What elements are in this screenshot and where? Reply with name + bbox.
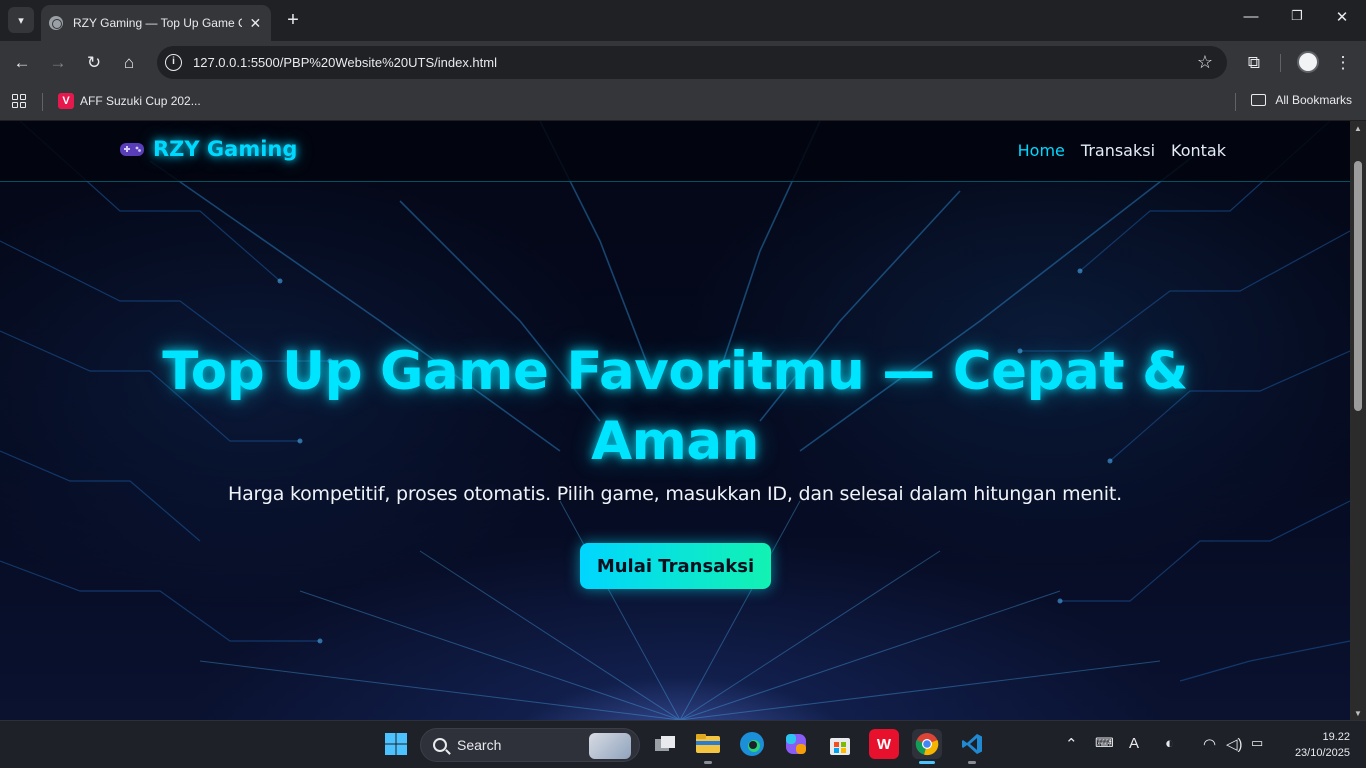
active-indicator xyxy=(919,761,935,764)
bookmarks-divider xyxy=(42,93,43,111)
running-indicator xyxy=(704,761,712,764)
active-tab[interactable]: RZY Gaming — Top Up Game Cepat & Aman ✕ xyxy=(41,5,271,41)
brand-name: RZY Gaming xyxy=(153,137,298,161)
nav-link-kontak[interactable]: Kontak xyxy=(1171,141,1226,160)
restore-button[interactable]: ❐ xyxy=(1282,8,1312,24)
menu-kebab-icon[interactable]: ⋮ xyxy=(1332,52,1354,74)
battery-icon[interactable]: ▭ xyxy=(1251,735,1263,751)
folder-icon xyxy=(1251,94,1267,106)
windows-start-icon[interactable] xyxy=(381,729,411,759)
home-button[interactable]: ⌂ xyxy=(118,52,140,74)
all-bookmarks-label: All Bookmarks xyxy=(1275,93,1352,107)
tab-search-button[interactable]: ▾ xyxy=(8,7,34,33)
tab-title: RZY Gaming — Top Up Game Cepat & Aman xyxy=(73,16,242,30)
wifi-icon[interactable]: ◠ xyxy=(1203,735,1216,753)
bookmarks-bar: V AFF Suzuki Cup 202... All Bookmarks xyxy=(0,85,1366,121)
nav-link-transaksi[interactable]: Transaksi xyxy=(1081,141,1155,160)
apps-grid-icon[interactable] xyxy=(12,94,27,109)
forward-button[interactable]: → xyxy=(47,52,69,74)
url-text[interactable]: 127.0.0.1:5500/PBP%20Website%20UTS/index… xyxy=(193,55,497,70)
new-tab-button[interactable]: + xyxy=(282,9,304,31)
running-indicator-vscode xyxy=(968,761,976,764)
hero-title: Top Up Game Favoritmu — Cepat & Aman xyxy=(162,341,1188,472)
extensions-icon[interactable]: ⧉ xyxy=(1243,52,1265,74)
scroll-up-arrow-icon[interactable]: ▲ xyxy=(1353,124,1363,133)
keyboard-icon[interactable]: ⌨ xyxy=(1095,735,1114,751)
page-viewport: RZY Gaming Home Transaksi Kontak Top Up … xyxy=(0,121,1350,720)
wps-icon[interactable]: W xyxy=(869,729,899,759)
reload-button[interactable]: ↻ xyxy=(83,52,105,74)
task-view-icon[interactable] xyxy=(650,729,680,759)
bookmark-star-icon[interactable]: ☆ xyxy=(1197,52,1213,73)
profile-avatar[interactable] xyxy=(1297,51,1319,73)
vscode-icon[interactable] xyxy=(957,729,987,759)
night-light-icon[interactable]: ◐ xyxy=(1165,735,1174,752)
window-close-button[interactable]: ✕ xyxy=(1327,8,1357,26)
taskbar: Search W ⌃ ⌨ A ◐ ◠ ◁) ▭ 19.22 23/10/2025 xyxy=(0,720,1366,768)
page-scrollbar[interactable]: ▲ ▼ xyxy=(1350,121,1366,720)
search-highlight-image xyxy=(589,733,631,759)
clock-time: 19.22 xyxy=(1322,731,1350,743)
store-icon[interactable] xyxy=(825,729,855,759)
all-bookmarks-button[interactable]: All Bookmarks xyxy=(1251,93,1352,107)
clock-date: 23/10/2025 xyxy=(1294,747,1350,759)
show-hidden-icons-icon[interactable]: ⌃ xyxy=(1065,735,1078,753)
browser-toolbar: ← → ↻ ⌂ i 127.0.0.1:5500/PBP%20Website%2… xyxy=(0,41,1366,85)
scroll-down-arrow-icon[interactable]: ▼ xyxy=(1353,709,1363,718)
tab-strip: ▾ RZY Gaming — Top Up Game Cepat & Aman … xyxy=(0,0,1366,41)
gamepad-icon xyxy=(120,143,144,156)
clock[interactable]: 19.22 23/10/2025 xyxy=(1280,729,1350,761)
minimize-button[interactable]: — xyxy=(1236,8,1266,25)
font-icon[interactable]: A xyxy=(1129,735,1139,752)
site-info-icon[interactable]: i xyxy=(165,54,182,71)
scroll-thumb[interactable] xyxy=(1354,161,1362,411)
volume-icon[interactable]: ◁) xyxy=(1226,735,1243,753)
file-explorer-icon[interactable] xyxy=(693,729,723,759)
back-button[interactable]: ← xyxy=(11,52,33,74)
search-icon xyxy=(433,738,447,752)
bookmark-label: AFF Suzuki Cup 202... xyxy=(80,94,201,108)
copilot-icon[interactable] xyxy=(781,729,811,759)
toolbar-divider xyxy=(1280,54,1281,72)
globe-icon xyxy=(49,16,63,30)
edge-icon[interactable] xyxy=(737,729,767,759)
site-navbar: RZY Gaming Home Transaksi Kontak xyxy=(0,121,1350,182)
close-tab-icon[interactable]: ✕ xyxy=(248,15,263,32)
start-transaction-button[interactable]: Mulai Transaksi xyxy=(580,543,771,589)
hero-subtitle: Harga kompetitif, proses otomatis. Pilih… xyxy=(228,483,1122,505)
taskbar-search-box[interactable]: Search xyxy=(420,728,640,762)
nav-link-home[interactable]: Home xyxy=(1018,141,1065,160)
search-placeholder: Search xyxy=(457,737,502,753)
bookmark-favicon: V xyxy=(58,93,74,109)
chrome-icon[interactable] xyxy=(912,729,942,759)
bookmark-item[interactable]: V AFF Suzuki Cup 202... xyxy=(58,93,201,109)
address-bar[interactable]: i 127.0.0.1:5500/PBP%20Website%20UTS/ind… xyxy=(157,46,1227,79)
nav-links: Home Transaksi Kontak xyxy=(1018,141,1226,160)
brand-logo[interactable]: RZY Gaming xyxy=(119,137,297,161)
bookmarks-divider-right xyxy=(1235,93,1236,111)
